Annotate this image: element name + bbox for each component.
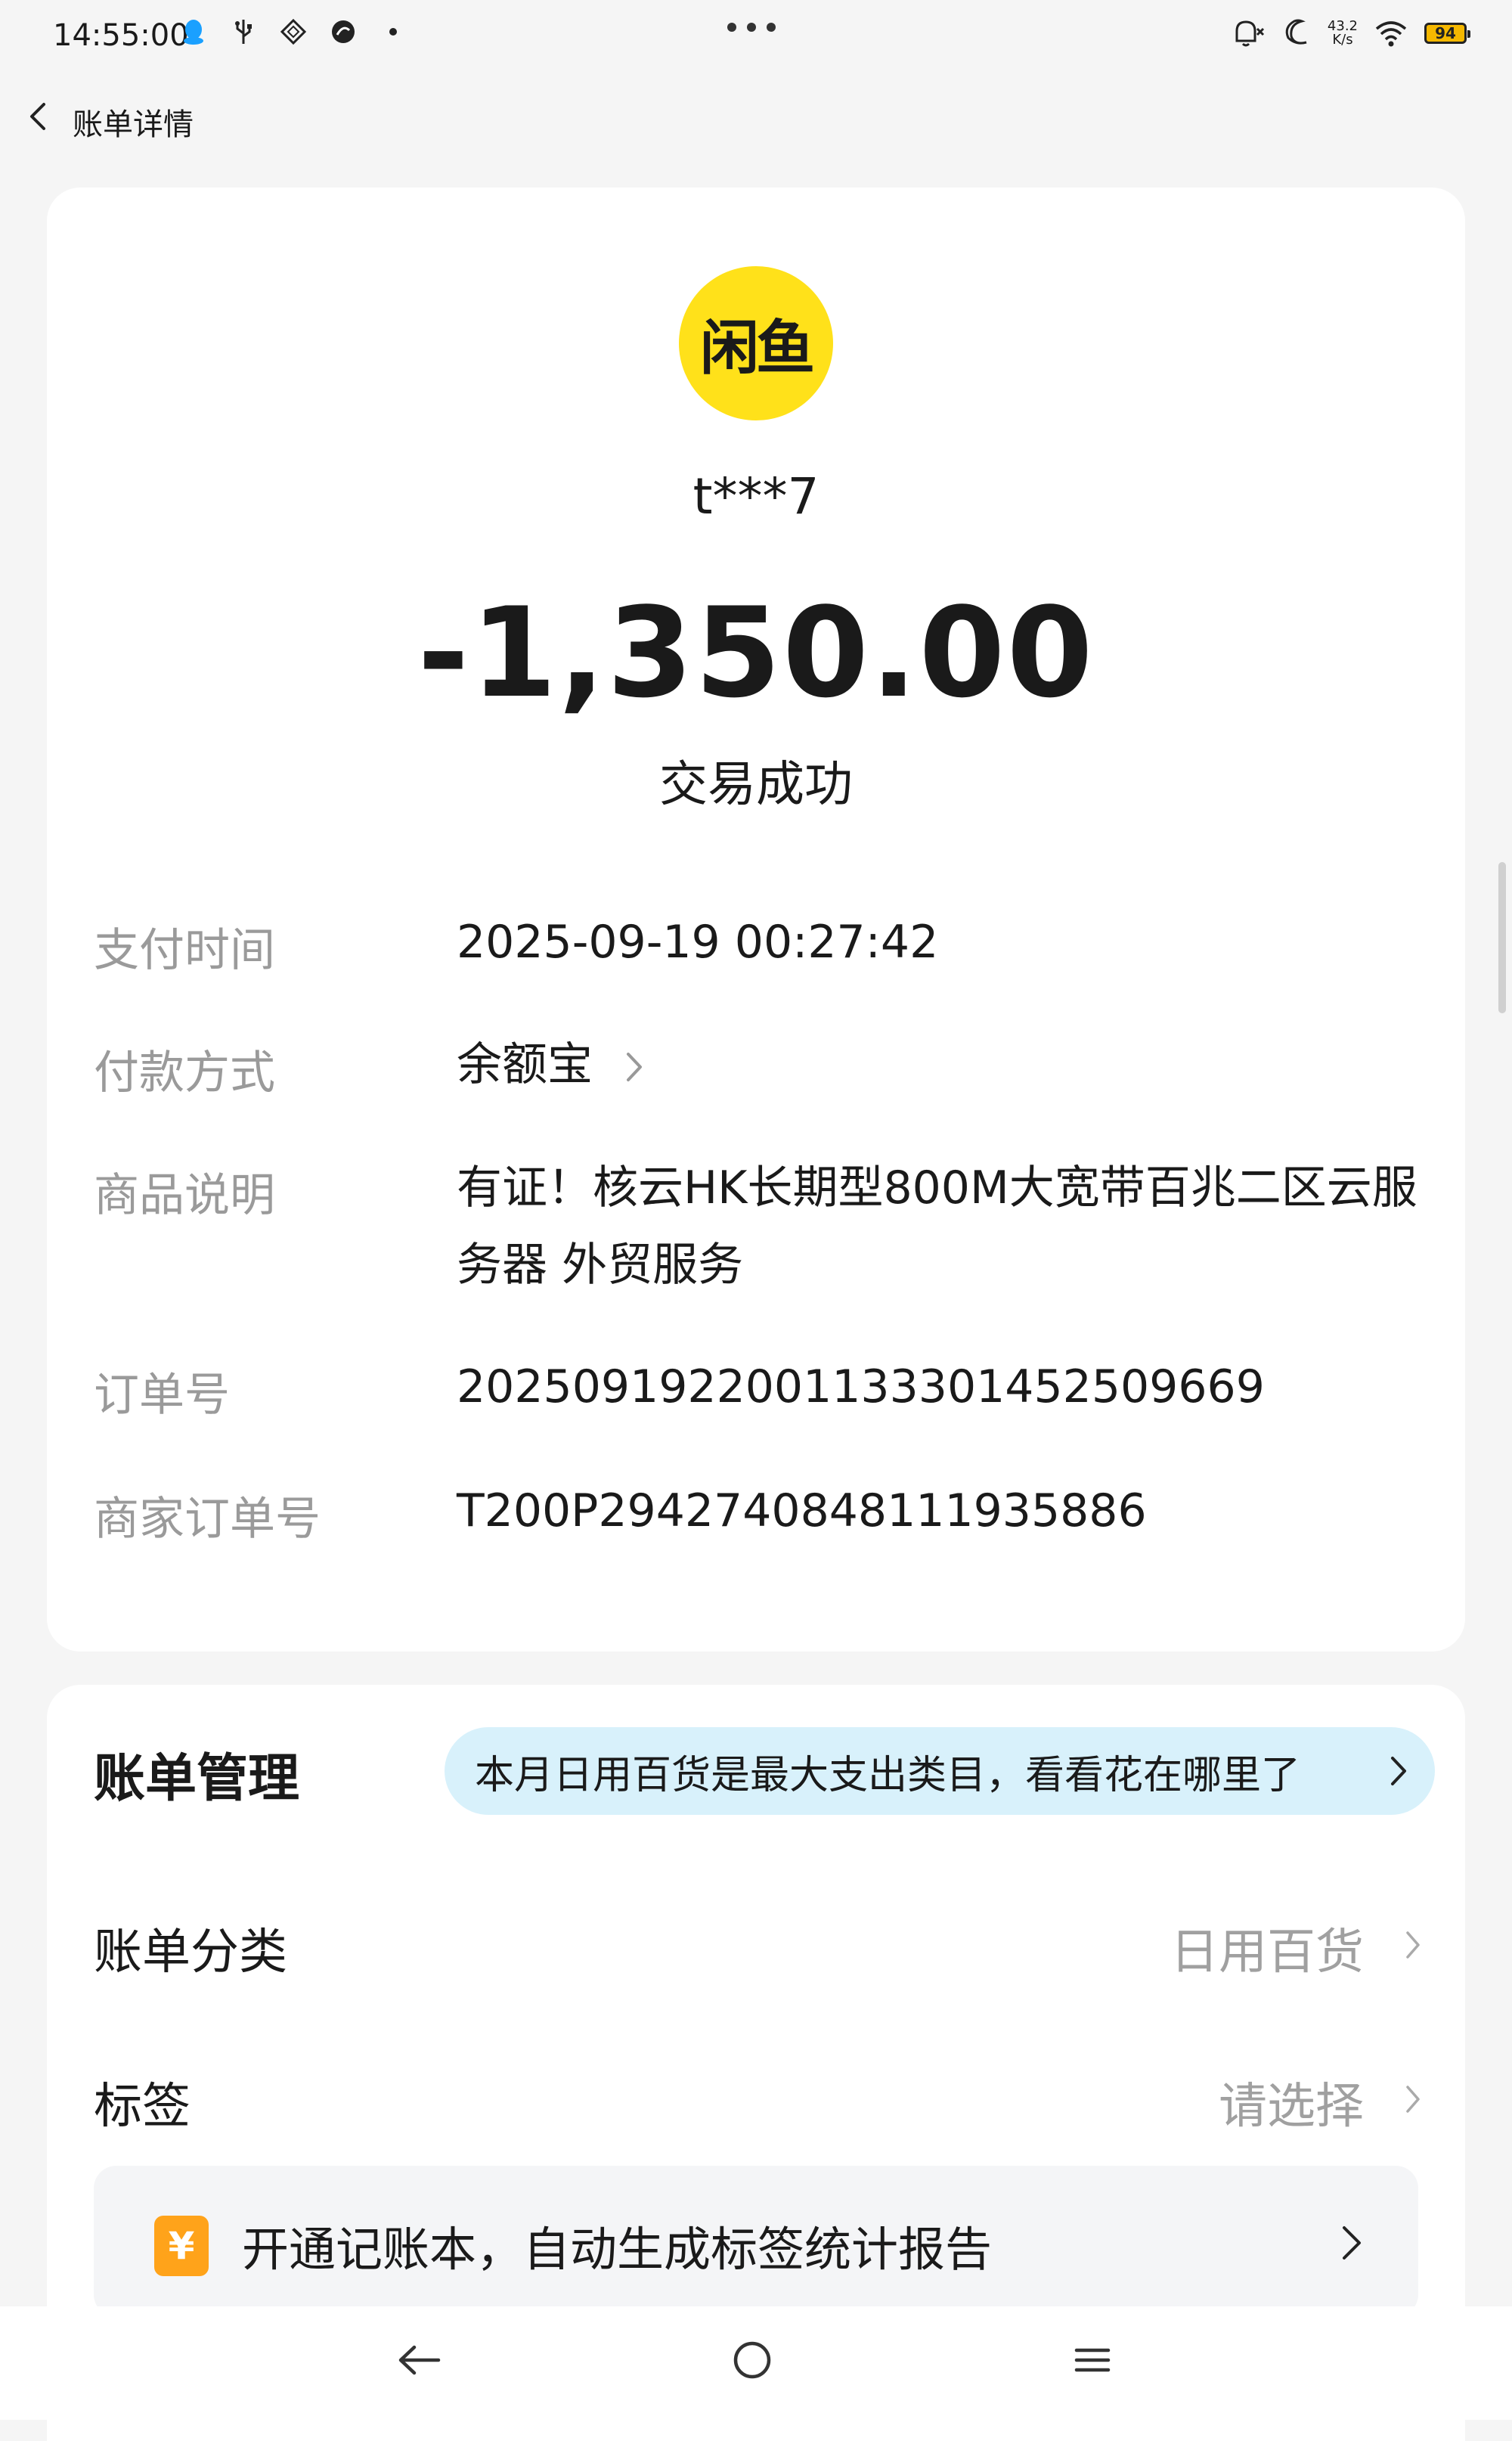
list-value: 请选择 [1219, 2079, 1364, 2135]
nav-back-icon[interactable] [393, 2334, 446, 2387]
detail-label: 付款方式 [94, 1047, 275, 1100]
detail-value: T200P2942740848111935886 [457, 1484, 1147, 1537]
moon-icon [1285, 19, 1307, 45]
tip-text: 本月日用百货是最大支出类目，看看花在哪里了 [475, 1752, 1301, 1798]
chevron-right-icon [1391, 1757, 1406, 1785]
network-speed: 43.2 K/s [1327, 18, 1358, 48]
detail-label: 支付时间 [94, 924, 275, 977]
orange-app-icon [330, 17, 357, 47]
transaction-amount: -1,350.00 [417, 581, 1095, 725]
back-icon[interactable] [23, 100, 56, 133]
chevron-right-icon [1343, 2226, 1361, 2260]
merchant-logo-text: 闲鱼 [699, 315, 815, 383]
scrollbar[interactable] [1498, 862, 1506, 1013]
page-header: 账单详情 [0, 83, 1512, 151]
status-bar: 14:55:00 43.2 K/s 94 [0, 0, 1512, 76]
bill-tag-row[interactable]: 标签 请选择 [94, 2048, 1424, 2139]
chevron-right-icon [627, 1053, 643, 1082]
transaction-card: 闲鱼 t***7 -1,350.00 交易成功 支付时间 2025-09-19 … [47, 188, 1465, 1652]
bill-category-row[interactable]: 账单分类 日用百货 [94, 1894, 1424, 1984]
status-right-icons: 43.2 K/s 94 [1231, 18, 1470, 48]
yuan-coupon-icon: ¥ [154, 2216, 209, 2276]
detail-value: 2025-09-19 00:27:42 [457, 916, 939, 969]
chevron-right-icon [1406, 2086, 1420, 2113]
merchant-logo[interactable]: 闲鱼 [679, 266, 833, 420]
nav-home-icon[interactable] [726, 2334, 779, 2387]
wifi-icon [1375, 21, 1407, 47]
more-options-icon[interactable] [727, 23, 776, 32]
detail-label: 商家订单号 [94, 1493, 321, 1546]
status-left-icons [180, 17, 407, 47]
merchant-name: t***7 [692, 467, 820, 526]
list-label: 标签 [94, 2079, 191, 2135]
list-label: 账单分类 [94, 1925, 287, 1980]
chevron-right-icon [1406, 1931, 1420, 1959]
payment-method-value[interactable]: 余额宝 [457, 1038, 593, 1091]
promo-text: 开通记账本，自动生成标签统计报告 [242, 2222, 993, 2277]
transaction-status: 交易成功 [659, 757, 853, 813]
system-nav-bar [0, 2306, 1512, 2420]
section-title: 账单管理 [94, 1749, 300, 1809]
battery-icon: 94 [1424, 23, 1470, 44]
page-title: 账单详情 [73, 107, 194, 142]
spending-tip-banner[interactable]: 本月日用百货是最大支出类目，看看花在哪里了 [445, 1727, 1435, 1815]
diamond-app-icon [280, 17, 307, 47]
usb-icon [230, 17, 257, 47]
qq-icon [180, 17, 207, 47]
list-value: 日用百货 [1170, 1925, 1364, 1980]
mute-bell-icon [1235, 20, 1264, 47]
detail-value: 2025091922001133301452509669 [457, 1360, 1265, 1413]
status-time: 14:55:00 [53, 18, 189, 53]
dot-icon [380, 17, 407, 47]
detail-label: 订单号 [94, 1369, 230, 1422]
bookkeeping-promo[interactable]: ¥ 开通记账本，自动生成标签统计报告 [94, 2166, 1418, 2317]
detail-value: 有证！核云HK长期型800M大宽带百兆二区云服务器 外贸服务 [457, 1162, 1418, 1292]
detail-value[interactable]: 余额宝 [457, 1036, 1439, 1093]
detail-label: 商品说明 [94, 1169, 275, 1222]
nav-menu-icon[interactable] [1066, 2334, 1119, 2387]
